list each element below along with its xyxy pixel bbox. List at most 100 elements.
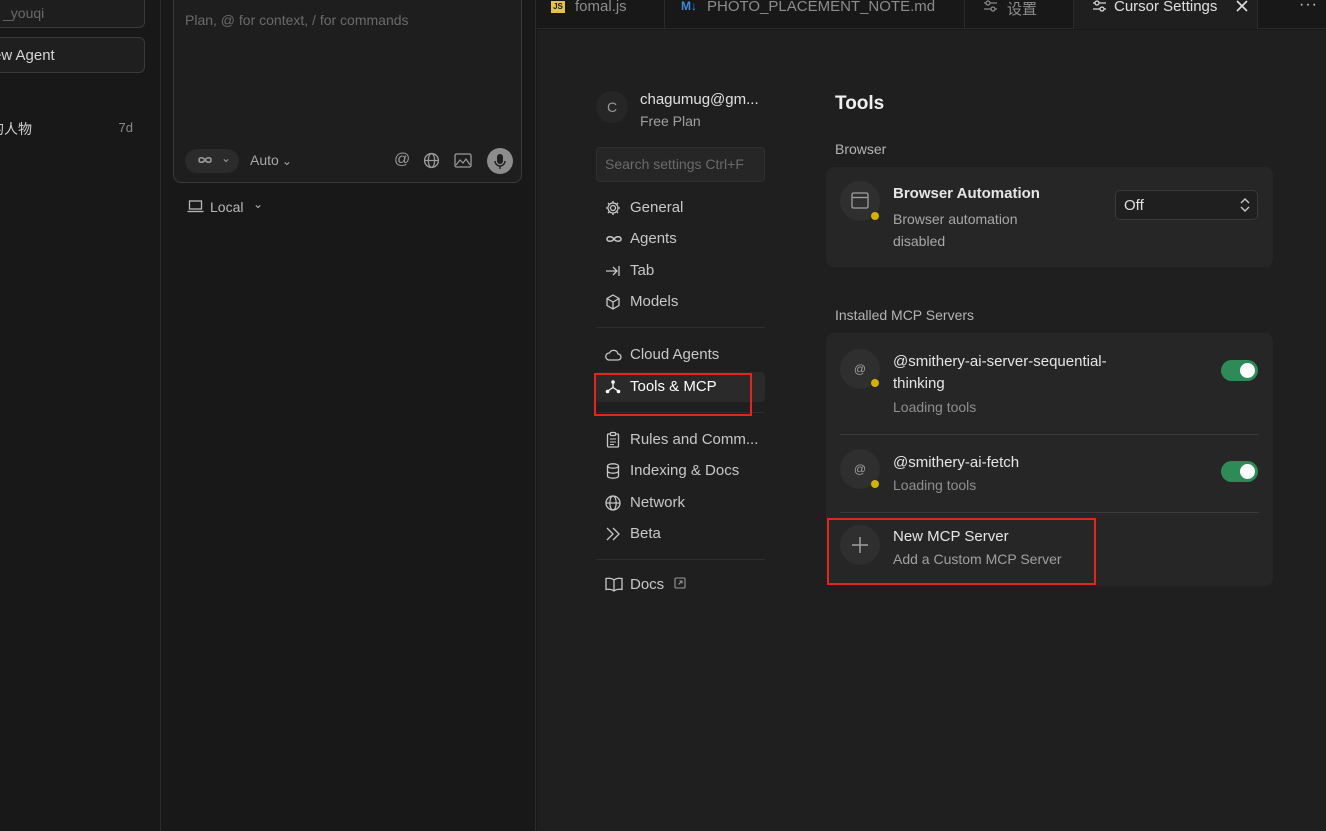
clipboard-icon (604, 431, 622, 449)
more-actions-icon[interactable]: ··· (1299, 0, 1318, 14)
chevron-down-icon: ⌄ (221, 151, 232, 165)
model-label: Auto (250, 152, 279, 168)
nav-label: Models (630, 293, 679, 310)
nav-rules-commands[interactable]: Rules and Comm... (596, 425, 765, 455)
agent-search-input[interactable]: _youqi (0, 0, 145, 28)
browser-automation-subtitle: Browser automation (893, 211, 1018, 227)
tab-label: fomal.js (575, 0, 627, 15)
location-label: Local (210, 199, 244, 215)
nav-beta[interactable]: Beta (596, 519, 765, 549)
mcp-server-status: Loading tools (893, 399, 977, 415)
tab-settings-cn[interactable]: 设置 (965, 0, 1074, 29)
chevron-updown-icon (1239, 196, 1251, 214)
nav-label: Rules and Comm... (630, 431, 759, 448)
chevron-down-icon: ⌄ (281, 154, 292, 168)
history-item-title: 的人物 (0, 121, 32, 137)
cloud-icon (604, 346, 622, 364)
user-email: chagumug@gm... (640, 91, 759, 108)
nav-cloud-agents[interactable]: Cloud Agents (596, 340, 765, 370)
nav-indexing-docs[interactable]: Indexing & Docs (596, 456, 765, 486)
nav-network[interactable]: Network (596, 488, 765, 518)
tab-label: PHOTO_PLACEMENT_NOTE.md (707, 0, 936, 15)
nav-label: Indexing & Docs (630, 462, 740, 479)
nav-label: Agents (630, 230, 677, 247)
microphone-icon (494, 154, 506, 169)
tab-photo-placement-note[interactable]: M↓ PHOTO_PLACEMENT_NOTE.md (665, 0, 965, 29)
nav-divider (596, 559, 765, 560)
highlight-tools-mcp (594, 373, 752, 416)
settings-sliders-icon (1092, 0, 1107, 12)
globe-icon[interactable] (423, 152, 440, 169)
model-selector[interactable]: Auto ⌄ (250, 152, 292, 168)
laptop-icon (187, 200, 204, 213)
nav-docs[interactable]: Docs (596, 570, 765, 600)
browser-automation-select[interactable]: Off (1115, 190, 1258, 220)
new-agent-label: ew Agent (0, 47, 55, 64)
agent-mode-selector[interactable]: ⌄ (185, 149, 239, 173)
markdown-icon: M↓ (681, 0, 697, 13)
nav-models[interactable]: Models (596, 287, 765, 317)
chevron-down-icon: ⌄ (253, 197, 264, 211)
user-plan: Free Plan (640, 113, 701, 129)
nav-tab[interactable]: Tab (596, 256, 765, 286)
history-item[interactable]: 的人物 7d (0, 115, 145, 139)
tab-label: Cursor Settings (1114, 0, 1218, 15)
card-divider (840, 434, 1259, 435)
status-warning-dot (871, 212, 879, 220)
nav-label: General (630, 199, 684, 216)
image-icon[interactable] (454, 153, 472, 168)
chat-panel: Plan, @ for context, / for commands ⌄ Au… (161, 0, 536, 831)
tab-cursor-settings[interactable]: Cursor Settings (1074, 0, 1258, 29)
browser-automation-subtitle: disabled (893, 233, 946, 249)
editor-tab-bar: JS fomal.js M↓ PHOTO_PLACEMENT_NOTE.md 设… (537, 0, 1326, 29)
chat-composer[interactable]: Plan, @ for context, / for commands ⌄ Au… (173, 0, 522, 183)
settings-sliders-icon (983, 0, 998, 12)
mcp-server-name: @smithery-ai-server-sequential- (893, 353, 1107, 370)
browser-automation-card: Browser Automation Browser automation di… (826, 167, 1273, 267)
nav-label: Docs (630, 576, 665, 593)
mcp-server-name: thinking (893, 375, 945, 392)
status-warning-dot (871, 480, 879, 488)
nav-general[interactable]: General (596, 193, 765, 223)
database-icon (604, 462, 622, 480)
tab-arrow-icon (604, 262, 622, 280)
mcp-server-toggle[interactable] (1221, 360, 1258, 381)
js-file-icon: JS (551, 1, 565, 13)
cube-icon (604, 293, 622, 311)
new-agent-button[interactable]: ew Agent (0, 37, 145, 73)
close-icon[interactable] (1236, 0, 1248, 12)
page-title: Tools (835, 93, 885, 114)
mcp-section-label: Installed MCP Servers (835, 307, 975, 323)
tab-fomal-js[interactable]: JS fomal.js (537, 0, 665, 29)
tab-label: 设置 (1007, 1, 1038, 18)
browser-automation-title: Browser Automation (893, 185, 1040, 202)
mcp-server-name: @smithery-ai-fetch (893, 454, 1020, 471)
gear-icon (604, 199, 622, 217)
external-link-icon (674, 577, 686, 589)
agent-sidebar: _youqi ew Agent 的人物 7d (0, 0, 161, 831)
avatar: C (596, 91, 628, 123)
agent-search-text: _youqi (3, 5, 45, 21)
book-icon (604, 576, 623, 594)
at-mention-icon[interactable]: @ (394, 151, 410, 169)
mcp-server-status: Loading tools (893, 477, 977, 493)
cursor-settings-panel: C chagumug@gm... Free Plan General Agent… (537, 30, 1326, 831)
globe-icon (604, 494, 622, 512)
settings-search-input[interactable] (605, 156, 760, 172)
mcp-server-toggle[interactable] (1221, 461, 1258, 482)
infinity-icon (195, 152, 215, 168)
nav-label: Beta (630, 525, 661, 542)
nav-label: Cloud Agents (630, 346, 720, 363)
select-value: Off (1124, 197, 1144, 214)
composer-placeholder: Plan, @ for context, / for commands (185, 12, 409, 28)
highlight-new-mcp-server (827, 518, 1096, 585)
history-item-age: 7d (118, 120, 133, 135)
double-chevron-icon (604, 525, 622, 543)
settings-search[interactable] (596, 147, 765, 182)
microphone-button[interactable] (487, 148, 513, 174)
browser-section-label: Browser (835, 141, 887, 157)
nav-divider (596, 327, 765, 328)
status-warning-dot (871, 379, 879, 387)
nav-label: Network (630, 494, 686, 511)
nav-agents[interactable]: Agents (596, 224, 765, 254)
